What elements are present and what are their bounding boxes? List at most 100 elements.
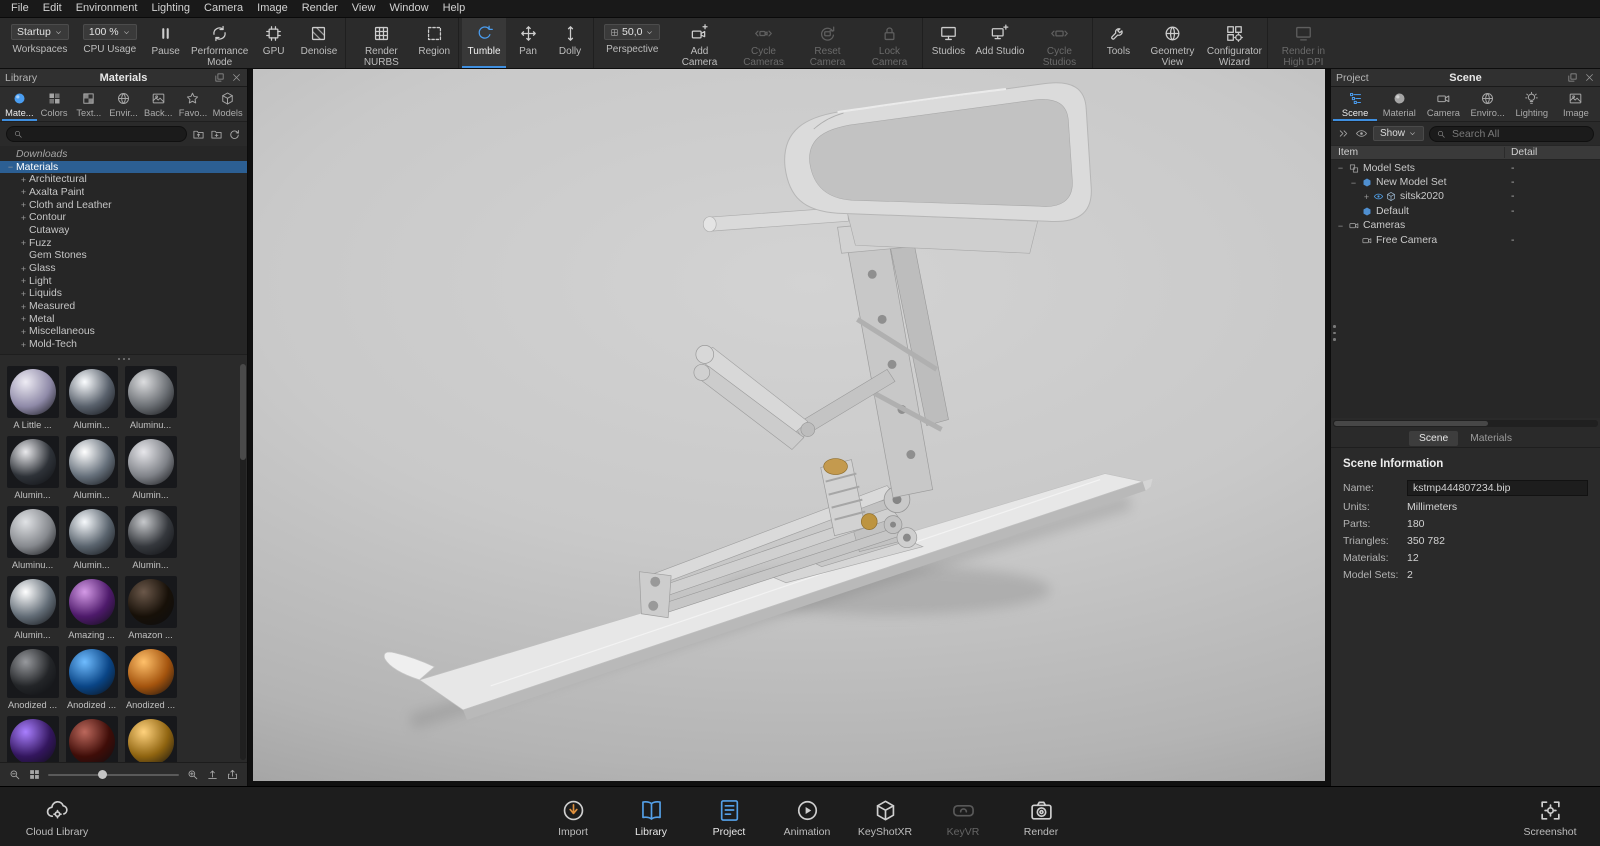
library-tree-item[interactable]: Downloads <box>0 148 247 161</box>
ribbon-button[interactable]: Library <box>615 796 687 838</box>
scene-tree-item[interactable]: Default - <box>1331 204 1600 218</box>
material-thumbnail[interactable]: Alumin... <box>62 504 121 574</box>
panel-splitter-handle[interactable] <box>0 355 247 362</box>
expander-icon[interactable]: + <box>18 340 29 350</box>
cloud-library-button[interactable]: Cloud Library <box>14 796 100 838</box>
toolbar-button[interactable]: Configurator Wizard <box>1204 18 1268 68</box>
material-thumbnail[interactable]: Aluminu... <box>3 504 62 574</box>
toolbar-button[interactable]: GPU <box>252 18 296 68</box>
ribbon-button[interactable]: KeyShotXR <box>849 796 921 838</box>
eye-icon[interactable] <box>1372 191 1385 202</box>
expander-icon[interactable]: − <box>1335 221 1346 231</box>
eye-icon[interactable] <box>1355 127 1368 140</box>
float-icon[interactable] <box>1567 72 1578 83</box>
project-tab[interactable]: Lighting <box>1510 87 1554 121</box>
scrollbar-thumb[interactable] <box>1334 421 1488 426</box>
toolbar-button[interactable]: Performance Mode <box>188 18 252 68</box>
toolbar-button[interactable]: Pan <box>506 18 550 68</box>
material-thumbnail[interactable]: Anodized ... <box>3 644 62 714</box>
toolbar-button[interactable]: Reset Camera <box>795 18 859 68</box>
menu-item[interactable]: Environment <box>69 0 145 17</box>
toolbar-button[interactable]: Add Studio <box>970 18 1029 68</box>
folder-new-icon[interactable] <box>210 128 223 141</box>
material-thumbnail[interactable]: Amazing ... <box>62 574 121 644</box>
project-tab[interactable]: Scene <box>1333 87 1377 121</box>
toolbar-button[interactable]: Cycle Cameras <box>731 18 795 68</box>
expander-icon[interactable]: + <box>18 200 29 210</box>
menu-item[interactable]: Image <box>250 0 295 17</box>
expander-icon[interactable]: + <box>18 302 29 312</box>
library-tab[interactable]: Mate... <box>2 87 37 121</box>
expander-icon[interactable]: + <box>18 187 29 197</box>
ribbon-button[interactable]: KeyVR <box>927 796 999 838</box>
menu-item[interactable]: Camera <box>197 0 250 17</box>
scene-tree-item[interactable]: − New Model Set - <box>1331 175 1600 189</box>
scene-tree-item[interactable]: − Cameras <box>1331 219 1600 233</box>
toolbar-button[interactable]: Region <box>413 18 459 68</box>
toolbar-button[interactable]: Cycle Studios <box>1029 18 1093 68</box>
column-detail[interactable]: Detail <box>1504 147 1600 158</box>
panel-resize-handle[interactable] <box>1333 325 1336 341</box>
material-thumbnail[interactable]: Anodized ... <box>62 714 121 762</box>
share-icon[interactable] <box>226 768 239 781</box>
library-tree-item[interactable]: Cutaway <box>0 224 247 237</box>
expander-icon[interactable]: − <box>1348 178 1359 188</box>
thumb-grid-icon[interactable] <box>28 768 41 781</box>
expander-icon[interactable]: + <box>18 175 29 185</box>
scene-tree-item[interactable]: − Model Sets - <box>1331 161 1600 175</box>
project-tab[interactable]: Image <box>1554 87 1598 121</box>
expander-icon[interactable]: − <box>1335 163 1346 173</box>
material-thumbnail[interactable]: Alumin... <box>62 434 121 504</box>
library-tree-item[interactable]: + Glass <box>0 262 247 275</box>
menu-item[interactable]: View <box>345 0 383 17</box>
expander-icon[interactable]: + <box>18 238 29 248</box>
close-icon[interactable] <box>231 72 242 83</box>
material-thumbnail[interactable]: Alumin... <box>121 434 180 504</box>
library-tree-item[interactable]: + Contour <box>0 211 247 224</box>
menu-item[interactable]: File <box>4 0 36 17</box>
library-tree-item[interactable]: + Fuzz <box>0 237 247 250</box>
library-search-box[interactable] <box>6 126 187 142</box>
project-tab[interactable]: Enviro... <box>1466 87 1510 121</box>
cpu-usage-dropdown[interactable]: 100 % <box>83 24 137 40</box>
material-thumbnail[interactable]: Anodized ... <box>121 644 180 714</box>
library-tree-item[interactable]: + Axalta Paint <box>0 186 247 199</box>
library-tree-item[interactable]: Gem Stones <box>0 250 247 263</box>
menu-item[interactable]: Window <box>382 0 435 17</box>
menu-item[interactable]: Render <box>295 0 345 17</box>
ribbon-button[interactable]: Project <box>693 796 765 838</box>
expander-icon[interactable]: + <box>18 213 29 223</box>
library-tab[interactable]: Text... <box>71 87 106 121</box>
toolbar-button[interactable]: Geometry View <box>1140 18 1204 68</box>
scene-subtab[interactable]: Scene <box>1409 431 1458 446</box>
float-icon[interactable] <box>214 72 225 83</box>
library-tab[interactable]: Colors <box>37 87 72 121</box>
perspective-control[interactable]: 50,0 Perspective <box>597 18 667 68</box>
menu-item[interactable]: Help <box>436 0 473 17</box>
material-thumbnail[interactable]: Aluminu... <box>121 364 180 434</box>
library-tree-item[interactable]: + Metal <box>0 313 247 326</box>
toolbar-button[interactable]: Render in High DPI <box>1271 18 1335 68</box>
library-tree-item[interactable]: + Light <box>0 275 247 288</box>
scrollbar-thumb[interactable] <box>240 364 246 460</box>
expander-icon[interactable]: + <box>18 327 29 337</box>
material-thumbnail[interactable]: A Little ... <box>3 364 62 434</box>
library-tab[interactable]: Back... <box>141 87 176 121</box>
upload-icon[interactable] <box>206 768 219 781</box>
expander-icon[interactable]: + <box>1361 192 1372 202</box>
material-thumbnail[interactable]: Alumin... <box>62 364 121 434</box>
screenshot-button[interactable]: Screenshot <box>1514 796 1586 838</box>
scene-tree-item[interactable]: Free Camera - <box>1331 233 1600 247</box>
library-tab[interactable]: Favo... <box>176 87 211 121</box>
expander-icon[interactable]: − <box>5 162 16 172</box>
column-item[interactable]: Item <box>1331 147 1504 158</box>
toolbar-button[interactable]: Tumble <box>462 18 506 68</box>
library-tree-item[interactable]: + Cloth and Leather <box>0 199 247 212</box>
cpu-usage-selector[interactable]: 100 % CPU Usage <box>76 18 144 68</box>
scene-tree-hscrollbar[interactable] <box>1333 420 1598 427</box>
material-thumbnail[interactable]: Amazon ... <box>121 574 180 644</box>
ribbon-button[interactable]: Render <box>1005 796 1077 838</box>
library-tree-item[interactable]: + Measured <box>0 300 247 313</box>
expander-icon[interactable]: + <box>18 264 29 274</box>
scene-tree-item[interactable]: + sitsk2020 - <box>1331 190 1600 204</box>
